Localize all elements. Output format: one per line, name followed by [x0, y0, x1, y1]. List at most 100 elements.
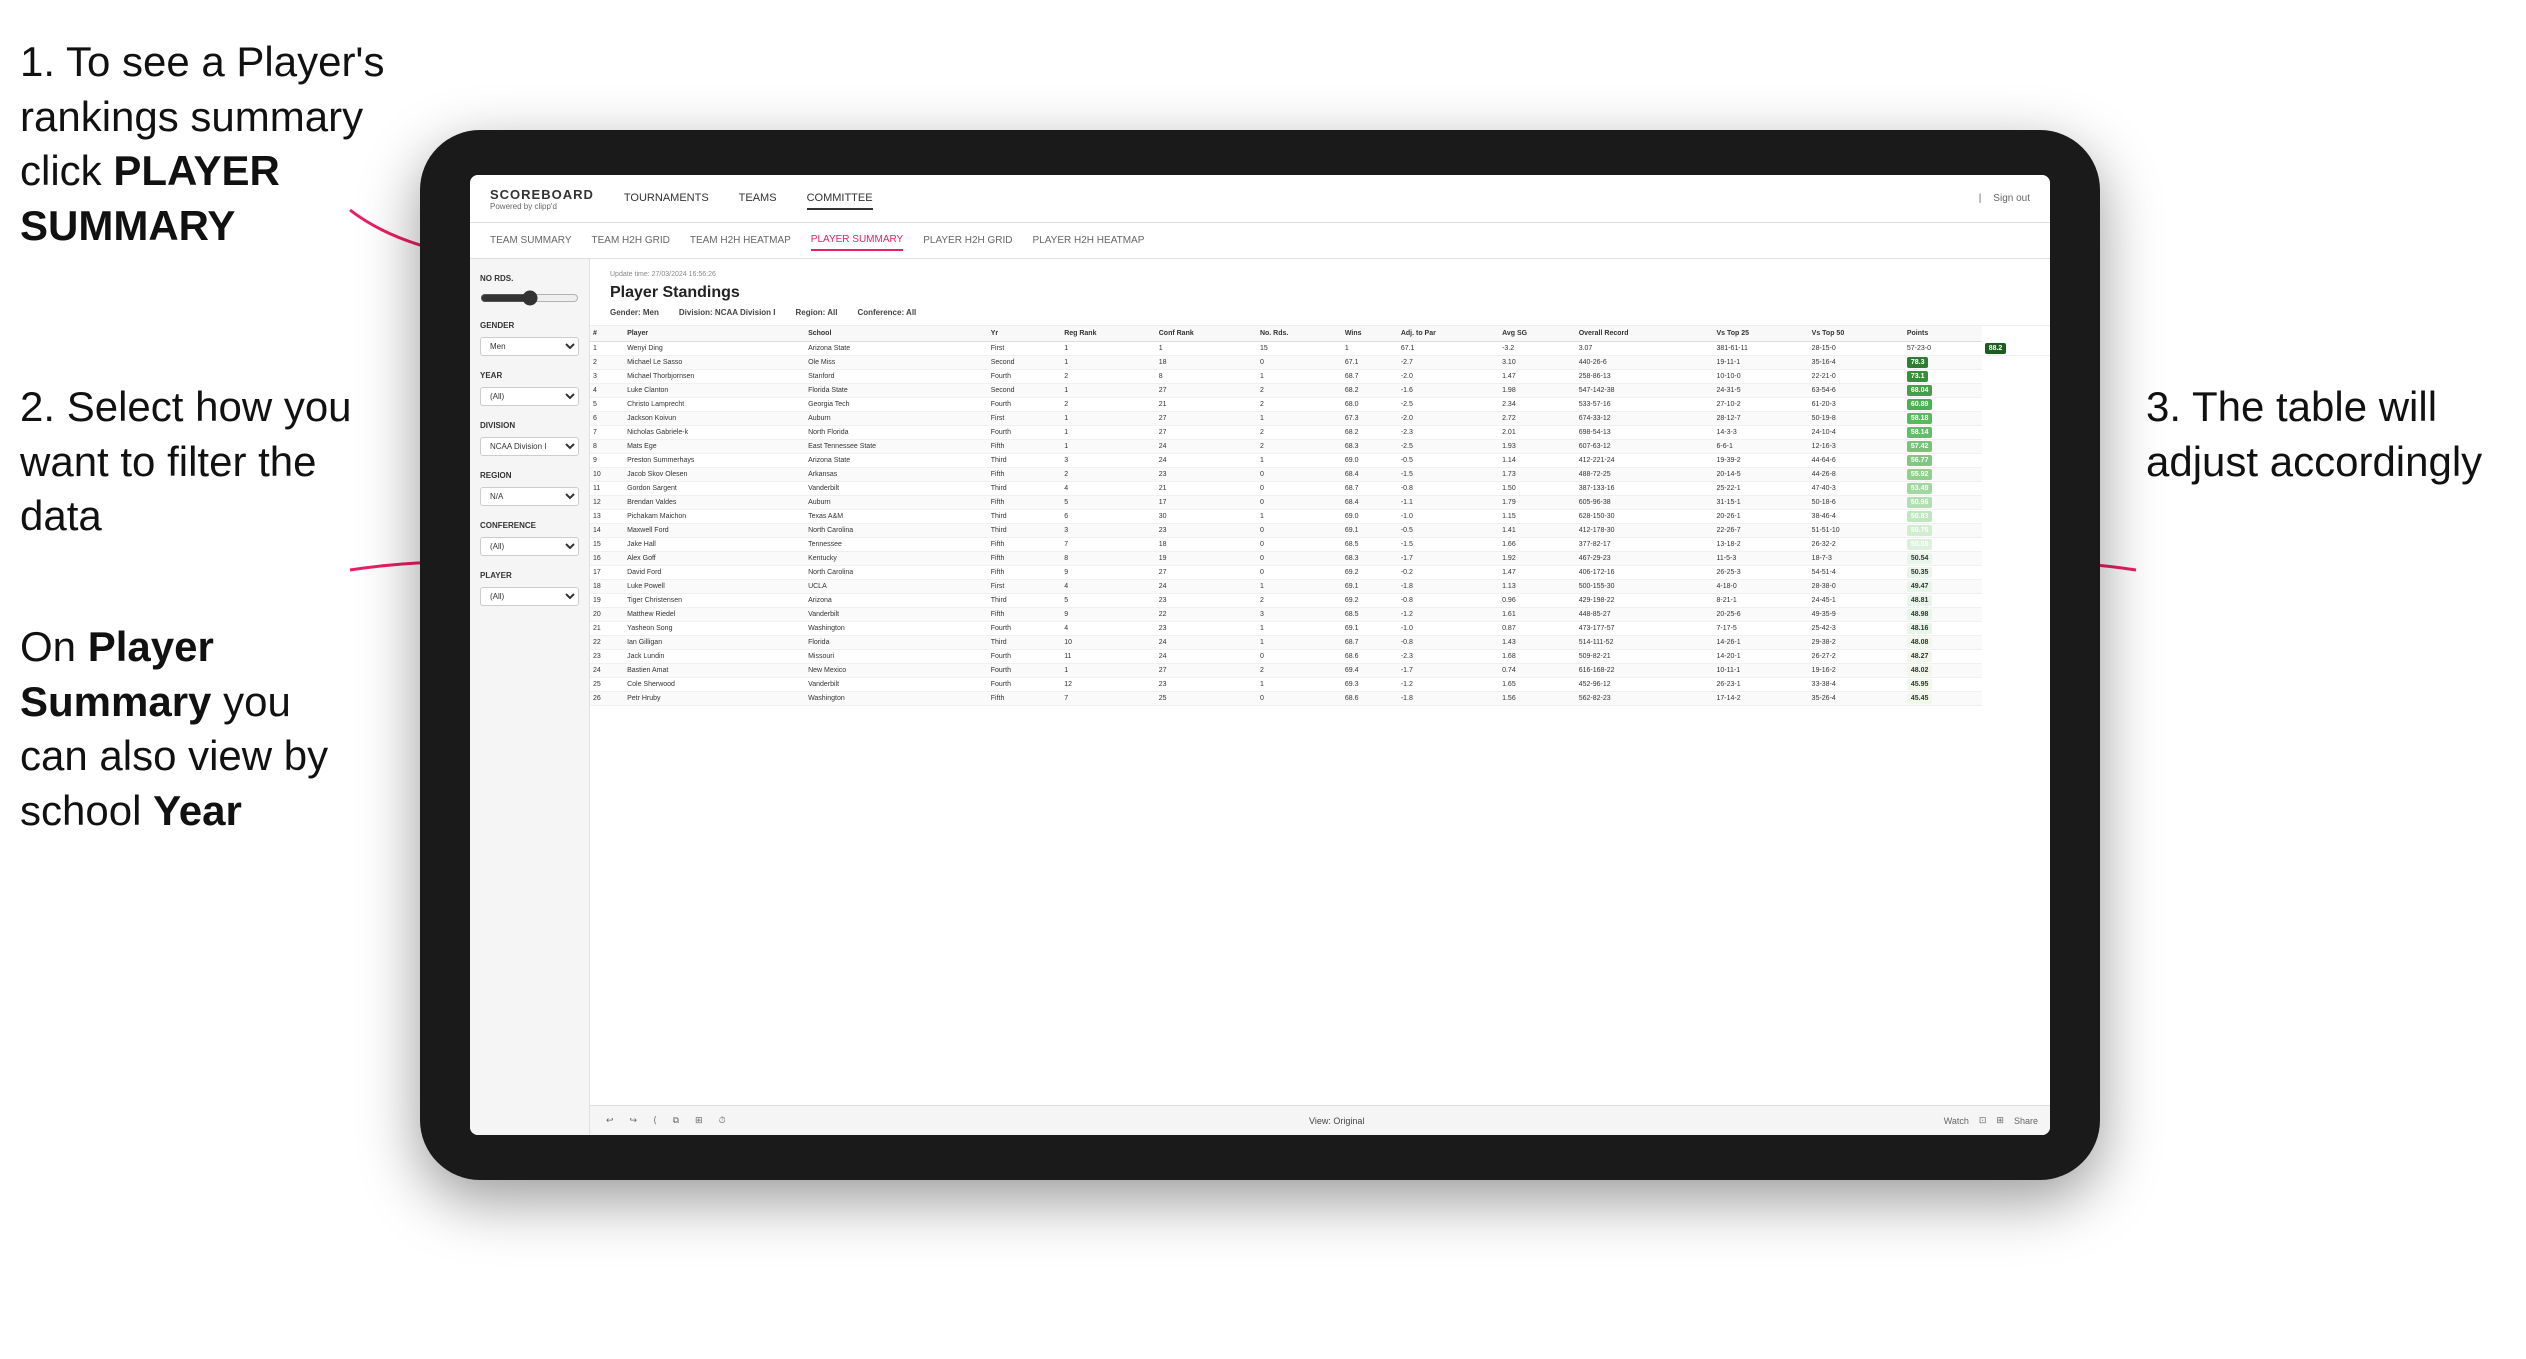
table-row[interactable]: 8Mats EgeEast Tennessee StateFifth124268… — [590, 440, 2050, 454]
logo-sub: Powered by clipp'd — [490, 202, 594, 211]
nav-committee[interactable]: COMMITTEE — [807, 188, 873, 210]
tab-player-summary[interactable]: PLAYER SUMMARY — [811, 230, 903, 251]
table-row[interactable]: 13Pichakam MaichonTexas A&MThird630169.0… — [590, 510, 2050, 524]
table-row[interactable]: 15Jake HallTennesseeFifth718068.5-1.51.6… — [590, 538, 2050, 552]
table-row[interactable]: 18Luke PowellUCLAFirst424169.1-1.81.1350… — [590, 580, 2050, 594]
col-reg-rank: Reg Rank — [1061, 326, 1156, 342]
header-right: | Sign out — [1979, 193, 2030, 204]
table-row[interactable]: 24Bastien AmatNew MexicoFourth127269.4-1… — [590, 664, 2050, 678]
points-cell: 48.27 — [1907, 651, 1933, 662]
table-row[interactable]: 4Luke ClantonFlorida StateSecond127268.2… — [590, 384, 2050, 398]
division-label: Division — [480, 421, 579, 430]
table-row[interactable]: 20Matthew RiedelVanderbiltFifth922368.5-… — [590, 608, 2050, 622]
conference-filter: Conference: All — [857, 308, 916, 317]
tab-player-h2h-grid[interactable]: PLAYER H2H GRID — [923, 231, 1012, 250]
toolbar-icon-1[interactable]: ⊡ — [1979, 1115, 1987, 1126]
col-points: Points — [1904, 326, 1982, 342]
no-rds-label: No Rds. — [480, 274, 579, 283]
main-content: No Rds. Gender Men Year (All) First Seco… — [470, 259, 2050, 1135]
region-select[interactable]: N/A — [480, 487, 579, 506]
col-rank: # — [590, 326, 624, 342]
pipe-separator: | — [1979, 193, 1982, 204]
nav-teams[interactable]: TEAMS — [739, 188, 777, 210]
year-label: Year — [480, 371, 579, 380]
col-overall-record: Overall Record — [1576, 326, 1714, 342]
year-section: Year (All) First Second Third Fourth Fif… — [480, 371, 579, 406]
table-row[interactable]: 26Petr HrubyWashingtonFifth725068.6-1.81… — [590, 692, 2050, 706]
points-cell: 48.02 — [1907, 665, 1933, 676]
no-rds-slider[interactable] — [480, 290, 579, 306]
table-row[interactable]: 1Wenyi DingArizona StateFirst1115167.1-3… — [590, 342, 2050, 356]
annotation-4: On Player Summary you can also view by s… — [20, 620, 360, 838]
table-row[interactable]: 5Christo LamprechtGeorgia TechFourth2212… — [590, 398, 2050, 412]
points-cell: 88.2 — [1985, 343, 2007, 354]
player-select[interactable]: (All) — [480, 587, 579, 606]
tab-team-h2h-heatmap[interactable]: TEAM H2H HEATMAP — [690, 231, 791, 250]
back-button[interactable]: ⟨ — [649, 1113, 661, 1128]
gender-label: Gender — [480, 321, 579, 330]
redo-button[interactable]: ↪ — [626, 1113, 642, 1128]
sub-nav: TEAM SUMMARY TEAM H2H GRID TEAM H2H HEAT… — [470, 223, 2050, 259]
view-original-button[interactable]: View: Original — [1309, 1116, 1364, 1126]
points-cell: 48.81 — [1907, 595, 1933, 606]
main-nav: TOURNAMENTS TEAMS COMMITTEE — [624, 188, 1979, 210]
region-section: Region N/A — [480, 471, 579, 506]
table-row[interactable]: 22Ian GilliganFloridaThird1024168.7-0.81… — [590, 636, 2050, 650]
paste-button[interactable]: ⊞ — [691, 1113, 707, 1128]
sign-out-button[interactable]: Sign out — [1993, 193, 2030, 204]
copy-button[interactable]: ⧉ — [669, 1113, 683, 1128]
gender-select[interactable]: Men — [480, 337, 579, 356]
app-header: SCOREBOARD Powered by clipp'd TOURNAMENT… — [470, 175, 2050, 223]
player-label: Player — [480, 571, 579, 580]
table-row[interactable]: 11Gordon SargentVanderbiltThird421068.7-… — [590, 482, 2050, 496]
col-vs-top-25: Vs Top 25 — [1714, 326, 1809, 342]
watch-button[interactable]: Watch — [1944, 1116, 1969, 1126]
clock-button[interactable]: ⏱ — [715, 1113, 730, 1128]
table-row[interactable]: 12Brendan ValdesAuburnFifth517068.4-1.11… — [590, 496, 2050, 510]
division-select[interactable]: NCAA Division I — [480, 437, 579, 456]
player-standings-table: # Player School Yr Reg Rank Conf Rank No… — [590, 326, 2050, 706]
points-cell: 50.35 — [1907, 567, 1933, 578]
points-cell: 57.42 — [1907, 441, 1933, 452]
points-cell: 45.45 — [1907, 693, 1933, 704]
conference-label: Conference — [480, 521, 579, 530]
col-player: Player — [624, 326, 805, 342]
nav-tournaments[interactable]: TOURNAMENTS — [624, 188, 709, 210]
table-row[interactable]: 23Jack LundinMissouriFourth1124068.6-2.3… — [590, 650, 2050, 664]
table-row[interactable]: 6Jackson KoivunAuburnFirst127167.3-2.02.… — [590, 412, 2050, 426]
share-button[interactable]: Share — [2014, 1116, 2038, 1126]
points-cell: 55.92 — [1907, 469, 1933, 480]
table-row[interactable]: 9Preston SummerhaysArizona StateThird324… — [590, 454, 2050, 468]
table-row[interactable]: 10Jacob Skov OlesenArkansasFifth223068.4… — [590, 468, 2050, 482]
tablet-screen: SCOREBOARD Powered by clipp'd TOURNAMENT… — [470, 175, 2050, 1135]
division-section: Division NCAA Division I — [480, 421, 579, 456]
points-cell: 50.96 — [1907, 497, 1933, 508]
points-cell: 45.95 — [1907, 679, 1933, 690]
conference-select[interactable]: (All) — [480, 537, 579, 556]
tab-team-h2h-grid[interactable]: TEAM H2H GRID — [592, 231, 670, 250]
table-row[interactable]: 25Cole SherwoodVanderbiltFourth1223169.3… — [590, 678, 2050, 692]
table-row[interactable]: 21Yasheon SongWashingtonFourth423169.1-1… — [590, 622, 2050, 636]
tab-team-summary[interactable]: TEAM SUMMARY — [490, 231, 572, 250]
table-row[interactable]: 17David FordNorth CarolinaFifth927069.2-… — [590, 566, 2050, 580]
toolbar-icon-2[interactable]: ⊞ — [1996, 1115, 2004, 1126]
points-cell: 48.16 — [1907, 623, 1933, 634]
table-row[interactable]: 7Nicholas Gabriele-kNorth FloridaFourth1… — [590, 426, 2050, 440]
points-cell: 58.18 — [1907, 413, 1933, 424]
table-row[interactable]: 2Michael Le SassoOle MissSecond118067.1-… — [590, 356, 2050, 370]
col-yr: Yr — [988, 326, 1061, 342]
table-row[interactable]: 16Alex GoffKentuckyFifth819068.3-1.71.92… — [590, 552, 2050, 566]
content-panel: Update time: 27/03/2024 16:56:26 Player … — [590, 259, 2050, 1135]
year-select[interactable]: (All) First Second Third Fourth Fifth — [480, 387, 579, 406]
table-row[interactable]: 19Tiger ChristensenArizonaThird523269.2-… — [590, 594, 2050, 608]
col-no-rds: No. Rds. — [1257, 326, 1342, 342]
table-row[interactable]: 14Maxwell FordNorth CarolinaThird323069.… — [590, 524, 2050, 538]
table-header-row: # Player School Yr Reg Rank Conf Rank No… — [590, 326, 2050, 342]
undo-button[interactable]: ↩ — [602, 1113, 618, 1128]
tab-player-h2h-heatmap[interactable]: PLAYER H2H HEATMAP — [1033, 231, 1145, 250]
annotation-3: 3. The table will adjust accordingly — [2146, 380, 2506, 489]
region-filter: Region: All — [796, 308, 838, 317]
points-cell: 73.1 — [1907, 371, 1929, 382]
table-row[interactable]: 3Michael ThorbjornsenStanfordFourth28168… — [590, 370, 2050, 384]
points-cell: 50.83 — [1907, 511, 1933, 522]
